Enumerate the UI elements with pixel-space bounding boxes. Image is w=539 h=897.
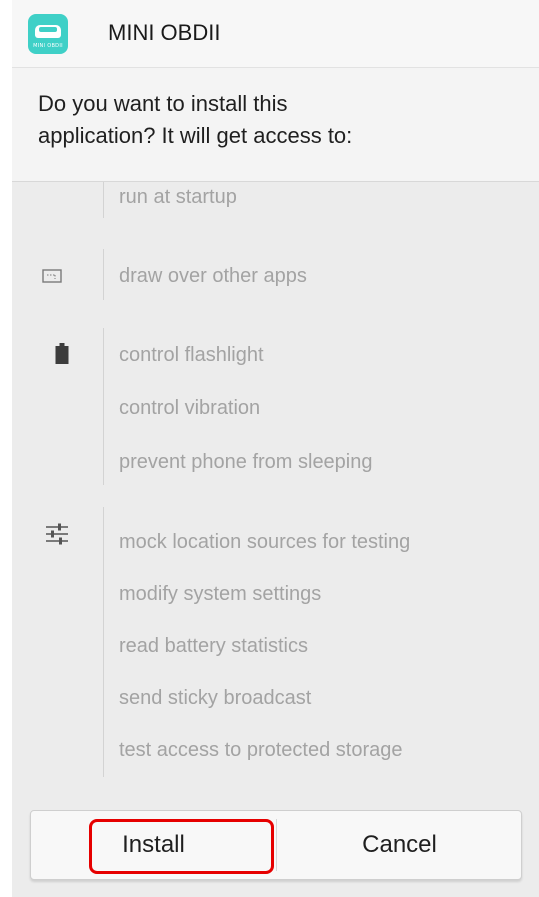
permission-item: send sticky broadcast — [119, 687, 312, 709]
permission-item: modify system settings — [119, 583, 322, 605]
button-area: Install Cancel — [12, 810, 539, 897]
app-icon: MINI OBDII — [28, 14, 68, 54]
permission-item: test access to protected storage — [119, 739, 403, 761]
sliders-icon — [45, 523, 69, 549]
permission-item: prevent phone from sleeping — [119, 451, 373, 473]
permissions-list[interactable]: run at startup draw over other apps cont… — [12, 182, 539, 810]
prompt-text: Do you want to install this application?… — [38, 88, 518, 152]
group-divider — [103, 328, 104, 485]
permission-item: mock location sources for testing — [119, 531, 411, 553]
permission-item: control vibration — [119, 397, 261, 419]
install-highlight-box — [89, 819, 274, 874]
permission-item: control flashlight — [119, 344, 264, 366]
group-divider — [103, 182, 104, 218]
app-title: MINI OBDII — [108, 20, 221, 45]
prompt-line-2: application? It will get access to: — [38, 123, 353, 148]
permission-item: draw over other apps — [119, 265, 307, 287]
install-dialog: MINI OBDII MINI OBDII Do you want to ins… — [0, 0, 539, 897]
button-bar: Install Cancel — [30, 810, 522, 880]
app-icon-label: MINI OBDII — [33, 43, 63, 49]
install-prompt: Do you want to install this application?… — [12, 68, 539, 182]
app-header: MINI OBDII MINI OBDII — [12, 0, 539, 68]
battery-icon — [55, 343, 69, 369]
prompt-line-1: Do you want to install this — [38, 91, 288, 116]
cancel-button[interactable]: Cancel — [277, 811, 522, 879]
permission-item: read battery statistics — [119, 635, 308, 657]
overlay-window-icon — [42, 268, 62, 288]
group-divider — [103, 507, 104, 777]
permission-item: run at startup — [119, 186, 237, 208]
group-divider — [103, 249, 104, 300]
